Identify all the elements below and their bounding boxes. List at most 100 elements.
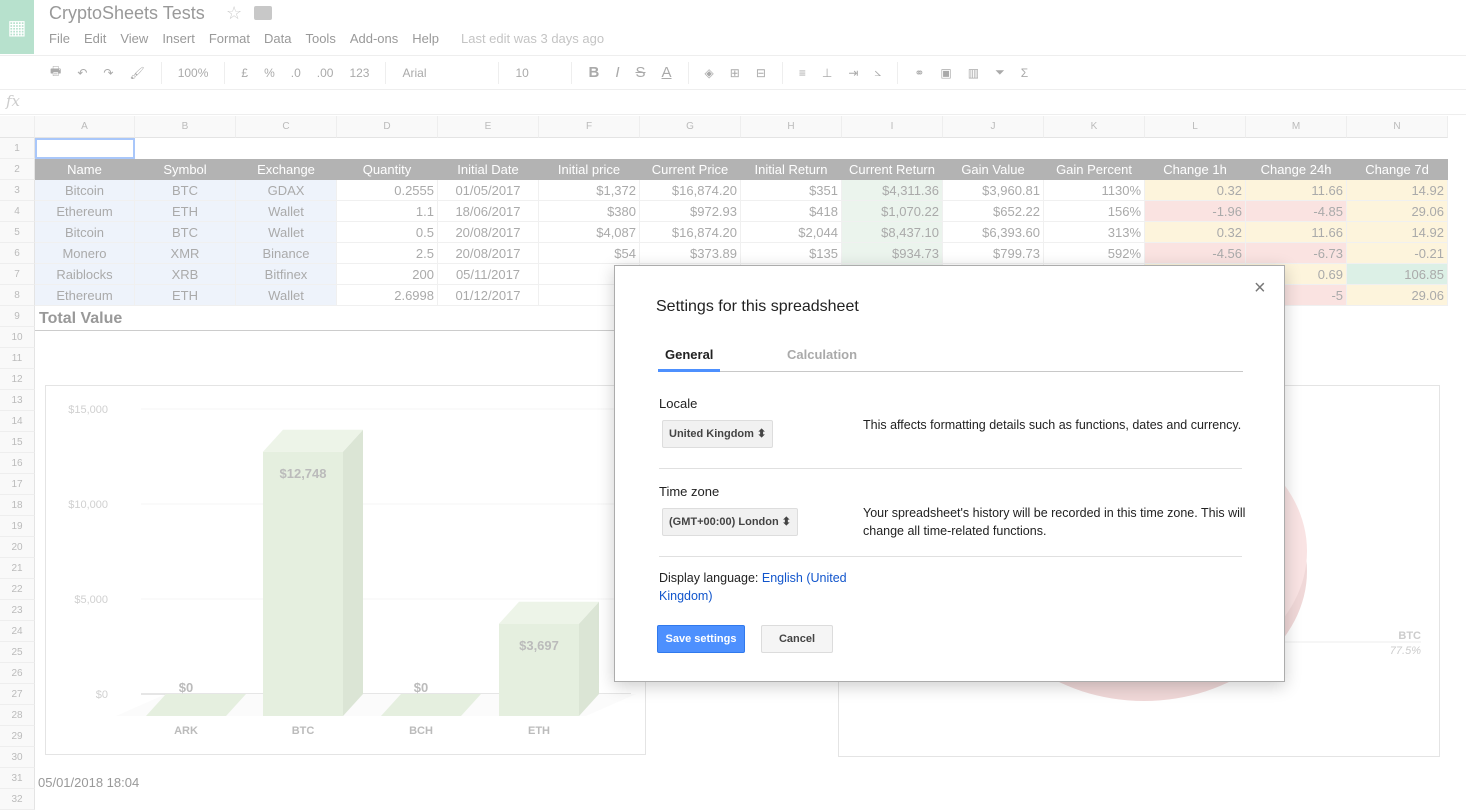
menu-data[interactable]: Data (264, 31, 291, 46)
table-cell[interactable]: $3,960.81 (943, 180, 1044, 201)
table-cell[interactable]: $799.73 (943, 243, 1044, 264)
tab-calculation[interactable]: Calculation (780, 346, 864, 372)
table-cell[interactable]: 29.06 (1347, 201, 1448, 222)
row-header[interactable]: 10 (0, 327, 35, 348)
table-cell[interactable]: Binance (236, 243, 337, 264)
column-header-f[interactable]: F (539, 116, 640, 138)
save-settings-button[interactable]: Save settings (657, 625, 745, 653)
table-header-cell[interactable]: Initial Return (741, 159, 842, 180)
bold-button[interactable]: B (588, 64, 599, 81)
row-header[interactable]: 7 (0, 264, 35, 285)
table-cell[interactable]: -1.96 (1145, 201, 1246, 222)
table-cell[interactable]: Wallet (236, 201, 337, 222)
column-header-h[interactable]: H (741, 116, 842, 138)
text-rotate-icon[interactable]: ⦣ (874, 65, 881, 80)
table-header-cell[interactable]: Change 7d (1347, 159, 1448, 180)
table-header-cell[interactable]: Change 1h (1145, 159, 1246, 180)
column-header-l[interactable]: L (1145, 116, 1246, 138)
table-cell[interactable]: $16,874.20 (640, 180, 741, 201)
table-cell[interactable]: 1130% (1044, 180, 1145, 201)
table-cell[interactable]: 2.6998 (337, 285, 438, 306)
table-cell[interactable]: $1,070.22 (842, 201, 943, 222)
row-header[interactable]: 16 (0, 453, 35, 474)
table-cell[interactable]: $54 (539, 243, 640, 264)
table-cell[interactable]: XRB (135, 264, 236, 285)
table-cell[interactable]: 0.32 (1145, 180, 1246, 201)
table-cell[interactable]: Wallet (236, 222, 337, 243)
print-icon[interactable]: 🖶 (50, 62, 61, 83)
table-header-cell[interactable]: Gain Value (943, 159, 1044, 180)
redo-icon[interactable]: ↷ (103, 66, 113, 80)
percent-button[interactable]: % (264, 66, 275, 80)
table-cell[interactable]: $418 (741, 201, 842, 222)
table-cell[interactable]: $972.93 (640, 201, 741, 222)
star-icon[interactable]: ☆ (226, 3, 242, 24)
select-all-corner[interactable] (0, 116, 35, 138)
close-icon[interactable]: × (1254, 277, 1266, 300)
menu-addons[interactable]: Add-ons (350, 31, 398, 46)
menu-edit[interactable]: Edit (84, 31, 106, 46)
decrease-decimal-button[interactable]: .0 (291, 66, 301, 80)
row-header[interactable]: 31 (0, 768, 35, 789)
table-cell[interactable]: $4,087 (539, 222, 640, 243)
row-header[interactable]: 12 (0, 369, 35, 390)
locale-select[interactable]: United Kingdom ⬍ (662, 420, 774, 448)
increase-decimal-button[interactable]: .00 (317, 66, 334, 80)
number-format-select[interactable]: 123 (349, 66, 369, 80)
table-cell[interactable]: $135 (741, 243, 842, 264)
column-header-n[interactable]: N (1347, 116, 1448, 138)
time-zone-select[interactable]: (GMT+00:00) London ⬍ (662, 508, 798, 536)
font-size-select[interactable]: 10 (515, 66, 555, 80)
table-header-cell[interactable]: Exchange (236, 159, 337, 180)
column-header-i[interactable]: I (842, 116, 943, 138)
filter-icon[interactable]: ⏷ (995, 65, 1005, 80)
selected-cell-a1[interactable] (35, 138, 135, 159)
table-header-cell[interactable]: Current Return (842, 159, 943, 180)
table-cell[interactable]: XMR (135, 243, 236, 264)
table-cell[interactable]: 14.92 (1347, 180, 1448, 201)
functions-icon[interactable]: Σ (1021, 66, 1028, 80)
table-cell[interactable]: $652.22 (943, 201, 1044, 222)
row-header[interactable]: 14 (0, 411, 35, 432)
last-edit-link[interactable]: Last edit was 3 days ago (461, 31, 604, 46)
table-cell[interactable]: Ethereum (35, 285, 135, 306)
menu-insert[interactable]: Insert (162, 31, 195, 46)
table-cell[interactable]: GDAX (236, 180, 337, 201)
comment-icon[interactable]: ▣ (940, 66, 951, 80)
table-cell[interactable]: Bitcoin (35, 222, 135, 243)
link-icon[interactable]: ⚭ (914, 66, 924, 80)
table-cell[interactable]: Raiblocks (35, 264, 135, 285)
table-cell[interactable]: -6.73 (1246, 243, 1347, 264)
table-header-cell[interactable]: Gain Percent (1044, 159, 1145, 180)
table-cell[interactable]: Monero (35, 243, 135, 264)
table-header-cell[interactable]: Initial price (539, 159, 640, 180)
row-header[interactable]: 3 (0, 180, 35, 201)
row-header[interactable]: 30 (0, 747, 35, 768)
table-cell[interactable]: $351 (741, 180, 842, 201)
column-header-a[interactable]: A (35, 116, 135, 138)
table-cell[interactable]: 0.5 (337, 222, 438, 243)
table-cell[interactable]: Ethereum (35, 201, 135, 222)
row-header[interactable]: 28 (0, 705, 35, 726)
chart-icon[interactable]: ▥ (968, 66, 979, 80)
table-cell[interactable]: 18/06/2017 (438, 201, 539, 222)
borders-icon[interactable]: ⊞ (730, 66, 740, 80)
row-header[interactable]: 13 (0, 390, 35, 411)
row-header[interactable]: 23 (0, 600, 35, 621)
table-cell[interactable]: 2.5 (337, 243, 438, 264)
table-cell[interactable]: Wallet (236, 285, 337, 306)
table-cell[interactable]: 200 (337, 264, 438, 285)
row-header[interactable]: 2 (0, 159, 35, 180)
text-wrap-icon[interactable]: ⇥ (848, 66, 858, 80)
column-header-e[interactable]: E (438, 116, 539, 138)
table-cell[interactable]: $373.89 (640, 243, 741, 264)
row-header[interactable]: 22 (0, 579, 35, 600)
menu-tools[interactable]: Tools (305, 31, 335, 46)
menu-file[interactable]: File (49, 31, 70, 46)
table-cell[interactable]: $2,044 (741, 222, 842, 243)
table-cell[interactable]: Bitfinex (236, 264, 337, 285)
row-header[interactable]: 15 (0, 432, 35, 453)
row-header[interactable]: 17 (0, 474, 35, 495)
menu-format[interactable]: Format (209, 31, 250, 46)
sheets-logo-icon[interactable]: ▦ (0, 0, 34, 54)
